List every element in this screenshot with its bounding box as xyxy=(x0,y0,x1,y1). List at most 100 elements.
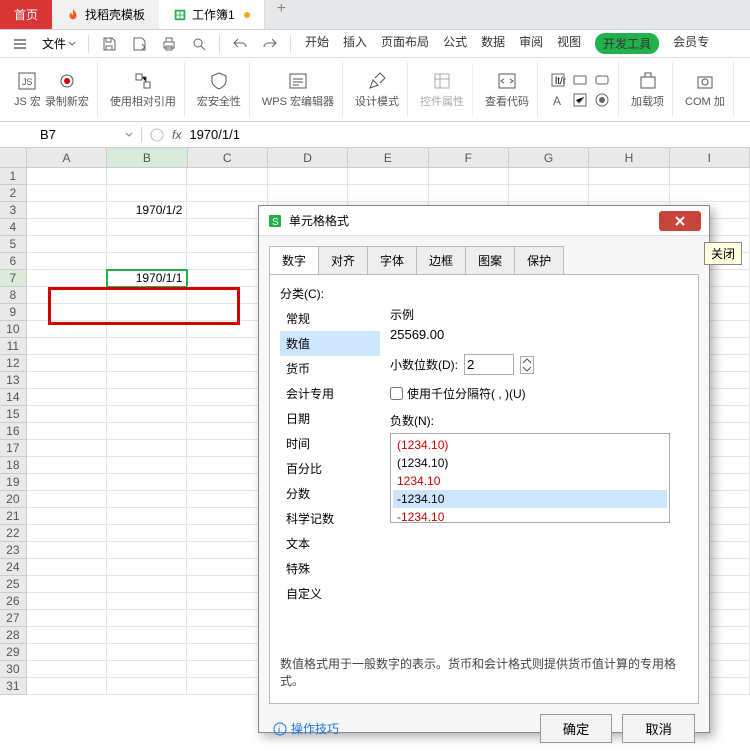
col-header[interactable]: B xyxy=(107,148,187,167)
cell[interactable] xyxy=(107,253,187,270)
cell[interactable] xyxy=(27,644,107,661)
cell[interactable] xyxy=(27,287,107,304)
js-macro-button[interactable]: JSJS 宏 xyxy=(14,71,41,109)
row-header[interactable]: 26 xyxy=(0,593,27,610)
print-button[interactable] xyxy=(157,34,181,54)
save-button[interactable] xyxy=(97,34,121,54)
cell[interactable] xyxy=(107,389,187,406)
row-header[interactable]: 5 xyxy=(0,236,27,253)
cell[interactable] xyxy=(27,219,107,236)
relative-ref-button[interactable]: 使用相对引用 xyxy=(102,62,185,117)
cell[interactable] xyxy=(27,627,107,644)
cat-fraction[interactable]: 分数 xyxy=(280,481,380,506)
tab-pattern[interactable]: 图案 xyxy=(465,246,515,274)
cell[interactable] xyxy=(187,219,267,236)
cell[interactable] xyxy=(187,491,267,508)
cell[interactable] xyxy=(187,457,267,474)
control-props-button[interactable]: 控件属性 xyxy=(412,62,473,117)
cell[interactable] xyxy=(107,406,187,423)
cell[interactable] xyxy=(107,661,187,678)
neg-option[interactable]: -1234.10 xyxy=(393,490,667,508)
cell[interactable] xyxy=(107,491,187,508)
cell[interactable] xyxy=(107,423,187,440)
cell[interactable] xyxy=(107,219,187,236)
redo-button[interactable] xyxy=(258,34,282,54)
row-header[interactable]: 9 xyxy=(0,304,27,321)
row-header[interactable]: 4 xyxy=(0,219,27,236)
cell[interactable] xyxy=(268,168,348,185)
col-header[interactable]: F xyxy=(429,148,509,167)
col-header[interactable]: G xyxy=(509,148,589,167)
cell[interactable]: 1970/1/1 xyxy=(107,270,187,287)
record-macro-button[interactable]: 录制新宏 xyxy=(45,71,89,109)
menu-data[interactable]: 数据 xyxy=(481,33,505,54)
row-header[interactable]: 15 xyxy=(0,406,27,423)
cell[interactable] xyxy=(670,185,750,202)
cancel-button[interactable]: 取消 xyxy=(622,714,695,743)
cell[interactable] xyxy=(27,457,107,474)
cell[interactable] xyxy=(187,270,267,287)
cell[interactable] xyxy=(27,406,107,423)
cell[interactable] xyxy=(509,168,589,185)
macro-security-button[interactable]: 宏安全性 xyxy=(189,62,250,117)
row-header[interactable]: 8 xyxy=(0,287,27,304)
cell[interactable] xyxy=(27,474,107,491)
cell[interactable] xyxy=(107,508,187,525)
cell[interactable] xyxy=(107,372,187,389)
col-header[interactable]: A xyxy=(27,148,107,167)
cell[interactable] xyxy=(348,168,428,185)
cell[interactable] xyxy=(27,372,107,389)
tab-home[interactable]: 首页 xyxy=(0,0,52,29)
cell[interactable] xyxy=(187,542,267,559)
cell[interactable] xyxy=(27,304,107,321)
neg-option[interactable]: (1234.10) xyxy=(393,436,667,454)
cell[interactable] xyxy=(107,457,187,474)
cell-reference-box[interactable] xyxy=(0,127,142,142)
cat-accounting[interactable]: 会计专用 xyxy=(280,381,380,406)
close-button[interactable] xyxy=(659,211,701,231)
row-header[interactable]: 30 xyxy=(0,661,27,678)
cell[interactable] xyxy=(27,542,107,559)
cell[interactable] xyxy=(27,355,107,372)
cell[interactable] xyxy=(107,185,187,202)
cell[interactable] xyxy=(187,355,267,372)
menu-formula[interactable]: 公式 xyxy=(443,33,467,54)
row-header[interactable]: 7 xyxy=(0,270,27,287)
row-header[interactable]: 12 xyxy=(0,355,27,372)
row-header[interactable]: 14 xyxy=(0,389,27,406)
row-header[interactable]: 13 xyxy=(0,372,27,389)
menu-insert[interactable]: 插入 xyxy=(343,33,367,54)
cell[interactable] xyxy=(107,236,187,253)
row-header[interactable]: 10 xyxy=(0,321,27,338)
col-header[interactable]: H xyxy=(589,148,669,167)
cell[interactable] xyxy=(187,406,267,423)
col-header[interactable]: C xyxy=(188,148,268,167)
cell[interactable] xyxy=(107,525,187,542)
cell[interactable] xyxy=(187,168,267,185)
tab-protect[interactable]: 保护 xyxy=(514,246,564,274)
cell[interactable] xyxy=(107,474,187,491)
cell[interactable] xyxy=(107,338,187,355)
fx-icon[interactable]: fx xyxy=(172,128,181,142)
new-tab-button[interactable]: + xyxy=(265,0,298,29)
cell[interactable] xyxy=(187,559,267,576)
row-header[interactable]: 16 xyxy=(0,423,27,440)
tab-align[interactable]: 对齐 xyxy=(318,246,368,274)
cell[interactable] xyxy=(187,287,267,304)
cat-number[interactable]: 数值 xyxy=(280,331,380,356)
row-header[interactable]: 19 xyxy=(0,474,27,491)
cell[interactable] xyxy=(187,678,267,695)
cell[interactable] xyxy=(107,542,187,559)
formula-input[interactable] xyxy=(189,127,742,142)
cell[interactable] xyxy=(27,559,107,576)
checkbox-icon[interactable] xyxy=(572,92,588,108)
cell[interactable] xyxy=(187,304,267,321)
cell[interactable] xyxy=(187,576,267,593)
wps-editor-button[interactable]: WPS 宏编辑器 xyxy=(254,62,343,117)
cat-general[interactable]: 常规 xyxy=(280,306,380,331)
cell[interactable] xyxy=(107,440,187,457)
row-header[interactable]: 3 xyxy=(0,202,27,219)
cell[interactable] xyxy=(107,168,187,185)
select-all-corner[interactable] xyxy=(0,148,27,167)
cat-currency[interactable]: 货币 xyxy=(280,356,380,381)
